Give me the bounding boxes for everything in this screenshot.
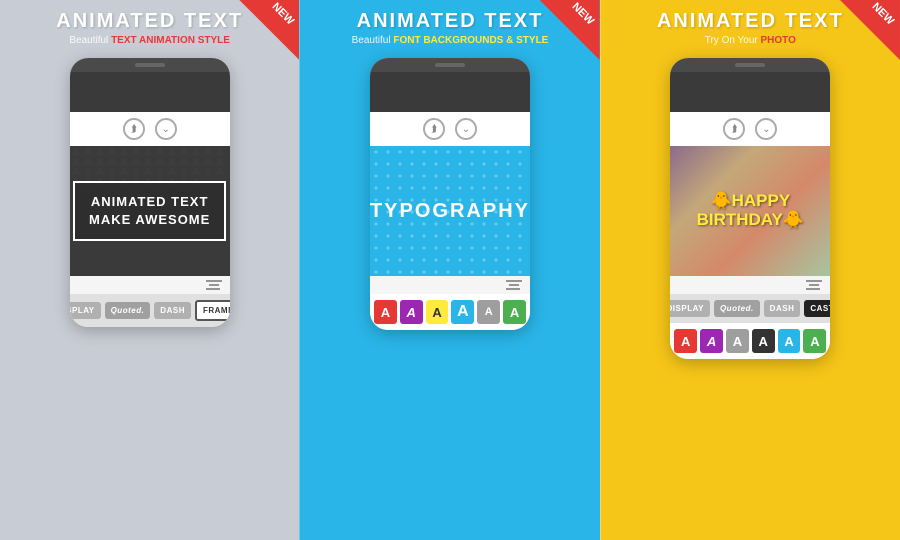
- phone-3-style-bar: DISPLAY Quoted. DASH CAST: [670, 294, 830, 323]
- phone-2-speaker: [435, 63, 465, 67]
- phone-1-speaker-bar: [70, 58, 230, 72]
- chevron-down-icon[interactable]: ⌄: [155, 118, 177, 140]
- phone-1-controls: ⮭ ⌄: [70, 112, 230, 146]
- font-btn-round[interactable]: A: [503, 300, 526, 324]
- birthday-line2: BIRTHDAY🐥: [697, 211, 804, 230]
- panel-3-phone-container: ⮭ ⌄ 🐥HAPPY BIRTHDAY🐥 DISPLAY Quote: [601, 50, 900, 540]
- style-display[interactable]: DISPLAY: [70, 302, 101, 319]
- settings-sliders-icon[interactable]: [206, 280, 222, 290]
- panel-2-phone-container: ⮭ ⌄ TYPOGRAPHY A A A A A A: [300, 50, 599, 540]
- phone-3-speaker: [735, 63, 765, 67]
- font-btn-display[interactable]: A: [426, 300, 449, 324]
- phone-3-top: [670, 72, 830, 112]
- panel-1-phone: ⮭ ⌄ ANIMATED TEXT MAKE AWESOME: [70, 58, 230, 327]
- font-btn-3-f[interactable]: A: [803, 329, 826, 353]
- settings-sliders-icon-2[interactable]: [506, 280, 522, 290]
- panel-animated-text-photo: NEW ANIMATED TEXT Try On Your PHOTO ⮭ ⌄ …: [600, 0, 900, 540]
- phone-3-content: 🐥HAPPY BIRTHDAY🐥: [670, 146, 830, 276]
- share-icon-2[interactable]: ⮭: [423, 118, 445, 140]
- share-icon-3[interactable]: ⮭: [723, 118, 745, 140]
- font-btn-3-b[interactable]: A: [700, 329, 723, 353]
- style-display-3[interactable]: DISPLAY: [670, 300, 710, 317]
- panel-1-subtitle: Beautiful TEXT ANIMATION STYLE: [0, 35, 299, 46]
- chevron-down-icon-3[interactable]: ⌄: [755, 118, 777, 140]
- style-framed[interactable]: FRAMED: [195, 300, 230, 321]
- style-cast-3[interactable]: CAST: [804, 300, 830, 317]
- panel-3-subtitle: Try On Your PHOTO: [601, 35, 900, 46]
- style-dash[interactable]: DASH: [154, 302, 191, 319]
- phone-2-top: [370, 72, 530, 112]
- phone-2-speaker-bar: [370, 58, 530, 72]
- font-btn-active[interactable]: A: [451, 300, 474, 324]
- chevron-down-icon-2[interactable]: ⌄: [455, 118, 477, 140]
- font-btn-3-d[interactable]: A: [752, 329, 775, 353]
- birthday-text: 🐥HAPPY BIRTHDAY🐥: [697, 192, 804, 229]
- settings-sliders-icon-3[interactable]: [806, 280, 822, 290]
- panel-animated-text-style: NEW ANIMATED TEXT Beautiful TEXT ANIMATI…: [0, 0, 299, 540]
- panel-2-phone: ⮭ ⌄ TYPOGRAPHY A A A A A A: [370, 58, 530, 330]
- phone-2-controls: ⮭ ⌄: [370, 112, 530, 146]
- font-btn-3-e[interactable]: A: [778, 329, 801, 353]
- style-quoted-3[interactable]: Quoted.: [714, 300, 760, 317]
- panel-2-subtitle: Beautiful FONT BACKGROUNDS & STYLE: [300, 35, 599, 46]
- birthday-line1: 🐥HAPPY: [697, 192, 804, 211]
- phone-1-settings: [70, 276, 230, 294]
- phone-2-settings: [370, 276, 530, 294]
- animated-text-box: ANIMATED TEXT MAKE AWESOME: [73, 181, 226, 241]
- phone-1-speaker: [135, 63, 165, 67]
- style-dash-3[interactable]: DASH: [764, 300, 801, 317]
- panel-1-phone-container: ⮭ ⌄ ANIMATED TEXT MAKE AWESOME: [0, 50, 299, 540]
- share-icon[interactable]: ⮭: [123, 118, 145, 140]
- font-btn-3-a[interactable]: A: [674, 329, 697, 353]
- phone-1-content: ANIMATED TEXT MAKE AWESOME: [70, 146, 230, 276]
- phone-3-font-bar: A A A A A A: [670, 323, 830, 359]
- panel-3-phone: ⮭ ⌄ 🐥HAPPY BIRTHDAY🐥 DISPLAY Quote: [670, 58, 830, 359]
- phone-2-content: TYPOGRAPHY: [370, 146, 530, 276]
- phone-1-style-bar: DISPLAY Quoted. DASH FRAMED: [70, 294, 230, 327]
- phone-3-settings: [670, 276, 830, 294]
- panel-animated-text-font: NEW ANIMATED TEXT Beautiful FONT BACKGRO…: [299, 0, 599, 540]
- phone-3-speaker-bar: [670, 58, 830, 72]
- font-btn-serif[interactable]: A: [374, 300, 397, 324]
- font-btn-3-c[interactable]: A: [726, 329, 749, 353]
- font-btn-italic[interactable]: A: [400, 300, 423, 324]
- font-btn-small[interactable]: A: [477, 300, 500, 324]
- phone-1-top: [70, 72, 230, 112]
- phone-2-font-bar: A A A A A A: [370, 294, 530, 330]
- phone-3-controls: ⮭ ⌄: [670, 112, 830, 146]
- typography-text: TYPOGRAPHY: [370, 200, 530, 223]
- style-quoted[interactable]: Quoted.: [105, 302, 151, 319]
